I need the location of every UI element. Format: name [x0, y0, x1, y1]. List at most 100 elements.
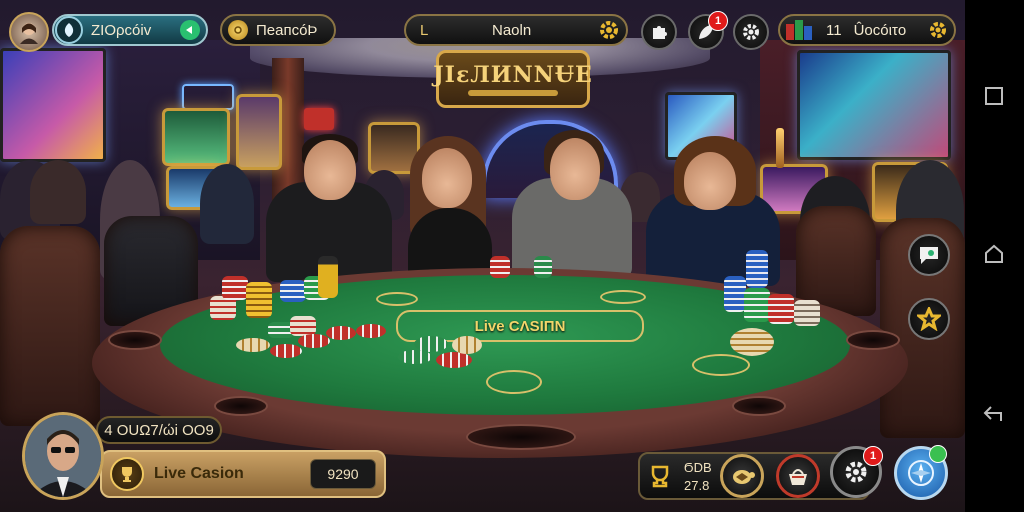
chips-icon — [786, 20, 812, 40]
chip-stack — [398, 350, 432, 364]
neon-sign-red — [304, 108, 334, 130]
chip-stack — [270, 344, 302, 358]
room-title: Naoln — [492, 21, 532, 39]
avatar-icon — [20, 23, 38, 44]
home-button[interactable] — [982, 242, 1006, 266]
chip-stack — [298, 334, 330, 348]
background-patron — [30, 160, 86, 224]
bet-circle[interactable] — [600, 290, 646, 304]
currency-text: ПeaпcóÞ — [256, 21, 318, 39]
chip-stack — [290, 316, 316, 336]
trophy-icon — [651, 465, 669, 488]
chip-stack — [452, 336, 482, 354]
chip-stack — [236, 338, 270, 352]
game-settings-button[interactable]: 1 — [830, 446, 883, 498]
chip-stack — [534, 256, 552, 278]
compass-icon — [908, 460, 934, 486]
chip-stack — [326, 326, 356, 340]
chip-stack — [222, 276, 248, 300]
chair-left — [0, 226, 100, 426]
score-bar: 4 OUΩ7/ώi OO9 — [96, 416, 222, 444]
felt-label-text: Live CΛSIПN — [474, 317, 566, 335]
game-name: Live Casion — [154, 465, 244, 482]
trophy-icon — [110, 457, 144, 491]
back-button[interactable] — [982, 402, 1006, 426]
puzzle-button[interactable] — [641, 14, 677, 50]
star-icon — [917, 307, 941, 331]
chip-stack — [280, 280, 306, 302]
coin-icon — [228, 20, 248, 40]
puzzle-icon — [653, 26, 667, 39]
drink-glass — [318, 256, 338, 298]
turtle-icon — [733, 470, 755, 484]
casino-sign: JIɛЛИNNɄE — [433, 50, 593, 108]
notifications-button[interactable]: 1 — [688, 11, 728, 50]
player-avatar[interactable] — [22, 412, 104, 500]
gear-icon — [930, 22, 946, 38]
notification-badge: 1 — [708, 11, 728, 31]
game-value: 9290 — [310, 459, 376, 489]
bet-circle[interactable] — [486, 370, 542, 394]
favorites-button[interactable] — [908, 298, 950, 340]
player-head — [550, 138, 600, 200]
cup-holder — [108, 330, 162, 350]
avatar-icon — [25, 415, 101, 497]
game-info-bar[interactable]: Live Casion 9290 — [100, 450, 386, 498]
chip-stack — [794, 300, 820, 326]
cup-holder — [466, 424, 576, 450]
cup-holder — [214, 396, 268, 416]
chat-button[interactable] — [908, 234, 950, 276]
sign-underline — [468, 90, 558, 96]
chip-stack — [246, 282, 272, 318]
compass-button[interactable] — [894, 445, 948, 500]
wallet-count: 11 — [826, 21, 842, 39]
background-patron — [200, 164, 254, 244]
chip-stack — [730, 328, 774, 356]
cup-holder — [732, 396, 786, 416]
room-title-pill[interactable]: L Naoln — [404, 14, 628, 46]
chip-stack — [436, 352, 472, 368]
player-head — [304, 140, 356, 200]
stat-top: ϬDB — [684, 460, 712, 475]
slot-machine — [162, 108, 230, 166]
chip-stack — [744, 288, 770, 322]
wallet-label: Ûocóιτo — [853, 21, 907, 39]
basket-button[interactable] — [776, 454, 820, 498]
score-text: 4 OUΩ7/ώi OO9 — [104, 421, 214, 439]
system-nav-bar — [965, 0, 1024, 512]
slot-machine — [236, 94, 282, 170]
neon-sign-v — [182, 84, 234, 110]
recents-button[interactable] — [982, 84, 1006, 108]
cup-holder — [846, 330, 900, 350]
player-head — [684, 152, 736, 210]
bet-circle[interactable] — [692, 354, 750, 376]
balance-text: ΖΙΟρcóiv — [91, 21, 152, 39]
settings-badge: 1 — [863, 446, 883, 466]
balance-pill[interactable]: ΖΙΟρcóiv — [52, 14, 208, 46]
chip-stack — [490, 256, 510, 278]
currency-pill[interactable]: ПeaпcóÞ — [220, 14, 336, 46]
chip-stack — [356, 324, 386, 338]
settings-button[interactable] — [733, 14, 769, 50]
room-title-prefix: L — [420, 21, 429, 39]
chip-stack — [768, 294, 794, 324]
promo-screen-left — [0, 48, 106, 162]
back-nav-icon — [983, 406, 1002, 421]
gear-icon — [600, 21, 618, 39]
online-indicator — [929, 445, 947, 463]
casino-sign-text: JIɛЛИNNɄE — [433, 62, 593, 88]
settings-icon — [743, 24, 759, 40]
bet-circle[interactable] — [376, 292, 418, 306]
promo-screen-right — [797, 50, 951, 160]
chat-icon — [920, 247, 938, 264]
turtle-button[interactable] — [720, 454, 764, 498]
game-screen: JIɛЛИNNɄE Live CΛSIПN ΖΙΟρcóiv ПeaпcóÞ L… — [0, 0, 1024, 512]
lamp — [776, 128, 784, 168]
leaf-icon — [55, 16, 83, 44]
chip-stack — [724, 276, 746, 312]
chip-stack — [414, 336, 448, 352]
square-nav-icon — [985, 87, 1003, 105]
arrow-icon — [180, 20, 200, 40]
profile-avatar[interactable] — [9, 12, 49, 52]
wallet-pill[interactable]: 11 Ûocóιτo — [778, 14, 956, 46]
